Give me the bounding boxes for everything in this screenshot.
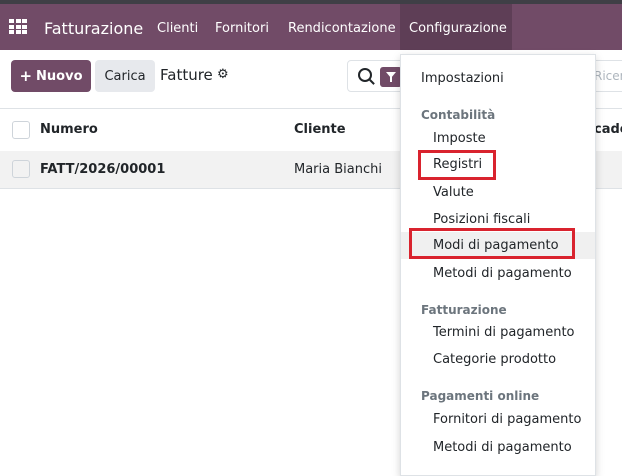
menu-configurazione[interactable]: Configurazione (409, 21, 507, 36)
menu-item-categorie-prodotto[interactable]: Categorie prodotto (433, 352, 556, 367)
section-header-contabilita: Contabilità (421, 108, 496, 122)
menu-item-metodi-di-pagamento-online[interactable]: Metodi di pagamento (433, 440, 572, 455)
menu-item-posizioni-fiscali[interactable]: Posizioni fiscali (433, 212, 530, 227)
search-input[interactable]: Ricer (594, 69, 622, 83)
menu-item-impostazioni[interactable]: Impostazioni (421, 71, 504, 86)
section-header-fatturazione: Fatturazione (421, 303, 507, 317)
menu-item-fornitori-di-pagamento[interactable]: Fornitori di pagamento (433, 412, 581, 427)
new-button[interactable]: + Nuovo (11, 60, 91, 92)
menu-rendicontazione[interactable]: Rendicontazione (288, 21, 396, 36)
annotation-box-registri (418, 150, 496, 180)
app-name[interactable]: Fatturazione (44, 19, 143, 38)
breadcrumb: Fatture (160, 66, 213, 84)
select-all-checkbox[interactable] (12, 121, 30, 139)
menu-item-imposte[interactable]: Imposte (433, 131, 486, 146)
menu-fornitori[interactable]: Fornitori (215, 21, 269, 36)
cell-numero: FATT/2026/00001 (40, 162, 166, 177)
search-icon[interactable] (358, 68, 372, 82)
column-numero[interactable]: Numero (40, 122, 98, 137)
window-strip (0, 0, 622, 4)
configurazione-dropdown: Impostazioni Contabilità Imposte Registr… (400, 54, 596, 476)
row-checkbox[interactable] (12, 160, 30, 178)
menu-item-metodi-di-pagamento[interactable]: Metodi di pagamento (433, 266, 572, 281)
annotation-box-modi-di-pagamento (409, 228, 575, 259)
menu-clienti[interactable]: Clienti (157, 21, 198, 36)
column-scadenza[interactable]: cade (594, 122, 622, 137)
menu-item-termini-di-pagamento[interactable]: Termini di pagamento (433, 325, 575, 340)
section-header-pagamenti-online: Pagamenti online (421, 389, 540, 403)
new-button-label: Nuovo (36, 68, 83, 84)
column-cliente[interactable]: Cliente (294, 122, 346, 137)
plus-icon: + (19, 67, 33, 85)
menu-item-valute[interactable]: Valute (433, 185, 474, 200)
cell-cliente: Maria Bianchi (294, 162, 382, 177)
filter-icon[interactable] (380, 67, 402, 87)
upload-button[interactable]: Carica (95, 60, 155, 92)
gear-icon[interactable]: ⚙ (217, 67, 229, 82)
top-navbar: Fatturazione Clienti Fornitori Rendicont… (0, 0, 622, 50)
grid-icon[interactable] (9, 19, 27, 35)
